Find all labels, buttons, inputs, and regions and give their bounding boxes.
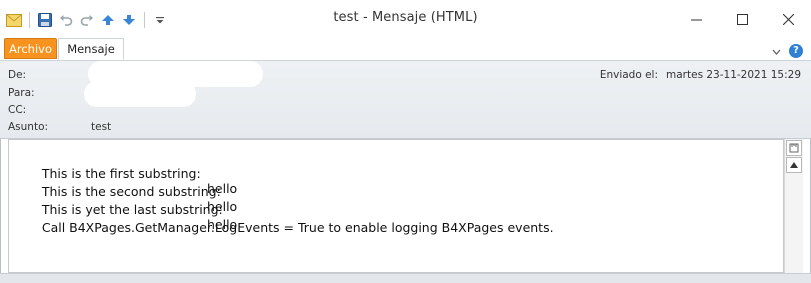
sent-info: Enviado el: martes 23-11-2021 15:29 (600, 69, 801, 81)
scroll-up-icon (790, 162, 798, 168)
window-controls (673, 0, 811, 38)
title-bar: test - Mensaje (HTML) (0, 0, 811, 38)
cc-label: CC: (8, 104, 27, 116)
tab-file[interactable]: Archivo (4, 38, 57, 59)
sent-label: Enviado el: (599, 69, 659, 81)
subject-label: Asunto: (8, 121, 49, 133)
scroll-up-button[interactable] (786, 157, 802, 173)
help-icon[interactable]: ? (789, 43, 803, 58)
ruler-icon (789, 143, 799, 153)
tab-message[interactable]: Mensaje (58, 38, 124, 60)
minimize-button[interactable] (673, 0, 719, 38)
ruler-toggle-button[interactable] (786, 140, 802, 156)
vertical-scrollbar[interactable] (784, 139, 803, 273)
minimize-icon (690, 19, 702, 20)
subject-value: test (91, 121, 112, 133)
message-window: test - Mensaje (HTML) Archivo Mensaje ? … (0, 0, 811, 283)
body-line: Call B4XPages.GetManager.LogEvents = Tru… (18, 205, 554, 250)
message-body[interactable]: This is the first substring: hello This … (8, 139, 784, 273)
from-label: De: (8, 69, 27, 81)
maximize-button[interactable] (719, 0, 765, 38)
sent-value: martes 23-11-2021 15:29 (666, 69, 801, 81)
body-line-text: Call B4XPages.GetManager.LogEvents = Tru… (41, 220, 554, 235)
to-label: Para: (8, 87, 35, 99)
message-header: De: Para: CC: Asunto: test Enviado el: m… (0, 61, 811, 139)
ribbon-expand-icon[interactable] (772, 41, 781, 60)
ribbon-tabs: Archivo Mensaje ? (0, 38, 811, 61)
maximize-icon (736, 13, 748, 25)
close-icon (782, 13, 794, 25)
redacted-recipient (84, 81, 196, 107)
close-button[interactable] (765, 0, 811, 38)
ribbon-right-controls: ? (772, 41, 803, 60)
